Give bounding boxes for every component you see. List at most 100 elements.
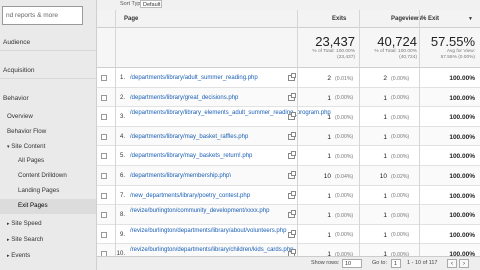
sidebar-item-behavior-flow[interactable]: Behavior Flow <box>7 128 46 135</box>
sort-type-select[interactable]: Default <box>140 0 162 8</box>
column-divider <box>297 10 298 256</box>
prev-page-button[interactable]: ‹ <box>447 259 457 268</box>
search-input[interactable]: nd reports & more <box>2 6 83 25</box>
expand-triangle-icon: ▾ <box>7 144 10 150</box>
sort-desc-icon[interactable]: ▼ <box>468 16 473 22</box>
table-header: Page Exits Pageviews % Exit ▼ <box>97 10 480 28</box>
page-link[interactable]: /departments/library/adult_summer_readin… <box>130 75 278 83</box>
sidebar-item-site-content[interactable]: ▾ Site Content <box>7 143 45 150</box>
pageviews-value: 10 <box>379 173 387 180</box>
sidebar-item-acquisition[interactable]: Acquisition <box>0 62 96 79</box>
pageviews-value: 1 <box>383 133 387 141</box>
page-link[interactable]: /new_departments/library/poetry_contest.… <box>130 193 278 201</box>
page-link[interactable]: /departments/library/may_basket_raffles.… <box>130 134 278 142</box>
exit-rate-value: 100.00% <box>449 114 475 122</box>
sidebar-item-label: Site Content <box>11 143 46 150</box>
exits-percent: (0.00%) <box>335 212 354 219</box>
col-header-page[interactable]: Page <box>124 16 138 22</box>
row-checkbox[interactable] <box>101 231 107 238</box>
sidebar-item-audience[interactable]: Audience <box>0 34 96 51</box>
open-page-icon[interactable] <box>288 210 296 219</box>
row-checkbox[interactable] <box>101 94 107 101</box>
exits-percent: (0.00%) <box>335 193 354 200</box>
total-exits: 23,437 <box>315 34 355 49</box>
open-page-icon[interactable] <box>288 190 296 199</box>
open-page-icon[interactable] <box>288 151 296 160</box>
col-header-pageviews[interactable]: Pageviews <box>391 16 422 22</box>
sidebar-item-overview[interactable]: Overview <box>7 113 33 120</box>
column-divider <box>115 10 116 256</box>
exits-percent: (0.00%) <box>335 232 354 239</box>
pageviews-percent: (0.00%) <box>391 114 410 121</box>
sidebar-item-label: Site Search <box>11 236 44 243</box>
pageviews-value: 1 <box>383 153 387 161</box>
exits-percent: (0.00%) <box>335 95 354 102</box>
open-page-icon[interactable] <box>288 92 296 101</box>
page-link[interactable]: /departments/library/library_elements_ad… <box>130 110 331 118</box>
sidebar-item-events[interactable]: ▸ Events <box>7 252 30 259</box>
goto-label: Go to: <box>372 260 387 266</box>
sidebar-item-all-pages[interactable]: All Pages <box>18 157 44 164</box>
exits-value: 1 <box>327 231 331 239</box>
sidebar-active-highlight <box>0 199 96 214</box>
collapsed-triangle-icon: ▸ <box>7 221 10 227</box>
exits-percent: (0.00%) <box>335 153 354 160</box>
collapsed-triangle-icon: ▸ <box>7 237 10 243</box>
page-link[interactable]: /departments/library/may_baskets_return!… <box>130 153 278 161</box>
pageviews-value: 1 <box>383 231 387 239</box>
exits-value: 1 <box>327 212 331 220</box>
row-checkbox[interactable] <box>101 192 107 199</box>
row-checkbox[interactable] <box>101 114 107 121</box>
row-index: 1. <box>119 75 125 81</box>
pageviews-value: 1 <box>383 212 387 220</box>
exit-rate-value: 100.00% <box>449 153 475 161</box>
col-header-exit-pct[interactable]: % Exit <box>421 16 439 22</box>
open-page-icon[interactable] <box>288 171 296 179</box>
show-rows-label: Show rows: <box>311 260 340 266</box>
sidebar-item-content-drilldown[interactable]: Content Drilldown <box>18 172 67 179</box>
exits-value: 1 <box>327 133 331 141</box>
sidebar-item-site-search[interactable]: ▸ Site Search <box>7 236 43 243</box>
col-header-exits[interactable]: Exits <box>332 16 346 22</box>
pagination-bar: Show rows: 10 Go to: 1 1 - 10 of 117 ‹ › <box>97 256 480 270</box>
row-index: 8. <box>119 212 125 219</box>
table-row: 3. /departments/library/library_elements_… <box>97 107 480 127</box>
pageviews-value: 1 <box>383 94 387 102</box>
page-link[interactable]: /departments/library/membership.php\ <box>130 173 278 181</box>
goto-input[interactable]: 1 <box>391 259 401 268</box>
row-checkbox[interactable] <box>101 75 107 81</box>
page-link[interactable]: /departments/library/great_decisions.php <box>130 95 278 103</box>
open-page-icon[interactable] <box>288 229 296 238</box>
open-page-icon[interactable] <box>288 73 296 81</box>
page-link[interactable]: /revize/burlington/community_development… <box>130 208 278 216</box>
row-checkbox[interactable] <box>101 153 107 160</box>
row-checkbox[interactable] <box>101 212 107 219</box>
collapsed-triangle-icon: ▸ <box>7 253 10 259</box>
table-row: 8. /revize/burlington/community_developme… <box>97 205 480 225</box>
open-page-icon[interactable] <box>288 112 296 121</box>
open-page-icon[interactable] <box>288 131 296 140</box>
table-row: 1. /departments/library/adult_summer_read… <box>97 68 480 88</box>
sidebar-item-site-speed[interactable]: ▸ Site Speed <box>7 220 42 227</box>
exits-percent: (0.00%) <box>335 114 354 121</box>
page-link[interactable]: /revize/burlington/departments/library/c… <box>130 247 293 255</box>
show-rows-select[interactable]: 10 <box>342 259 362 268</box>
exits-value: 1 <box>327 192 331 200</box>
page-link[interactable]: /revize/burlington/departments/library/a… <box>130 228 286 236</box>
sidebar-item-exit-pages[interactable]: Exit Pages <box>18 202 48 209</box>
row-index: 2. <box>119 94 125 101</box>
row-index: 9. <box>119 231 125 238</box>
sidebar-item-landing-pages[interactable]: Landing Pages <box>18 187 59 194</box>
exit-rate-value: 100.00% <box>449 231 475 239</box>
row-checkbox[interactable] <box>101 173 107 179</box>
exit-rate-value: 100.00% <box>449 192 475 200</box>
row-checkbox[interactable] <box>101 133 107 140</box>
exits-value: 2 <box>327 75 331 82</box>
next-page-button[interactable]: › <box>459 259 469 268</box>
exits-value: 1 <box>327 153 331 161</box>
exit-rate-value: 100.00% <box>449 133 475 141</box>
sidebar-item-behavior[interactable]: Behavior <box>0 90 96 107</box>
total-pageviews-sub: % of Total: 100.00% (40,724) <box>374 49 417 60</box>
sidebar-item-label: Site Speed <box>11 220 42 227</box>
search-placeholder: nd reports & more <box>6 12 59 19</box>
